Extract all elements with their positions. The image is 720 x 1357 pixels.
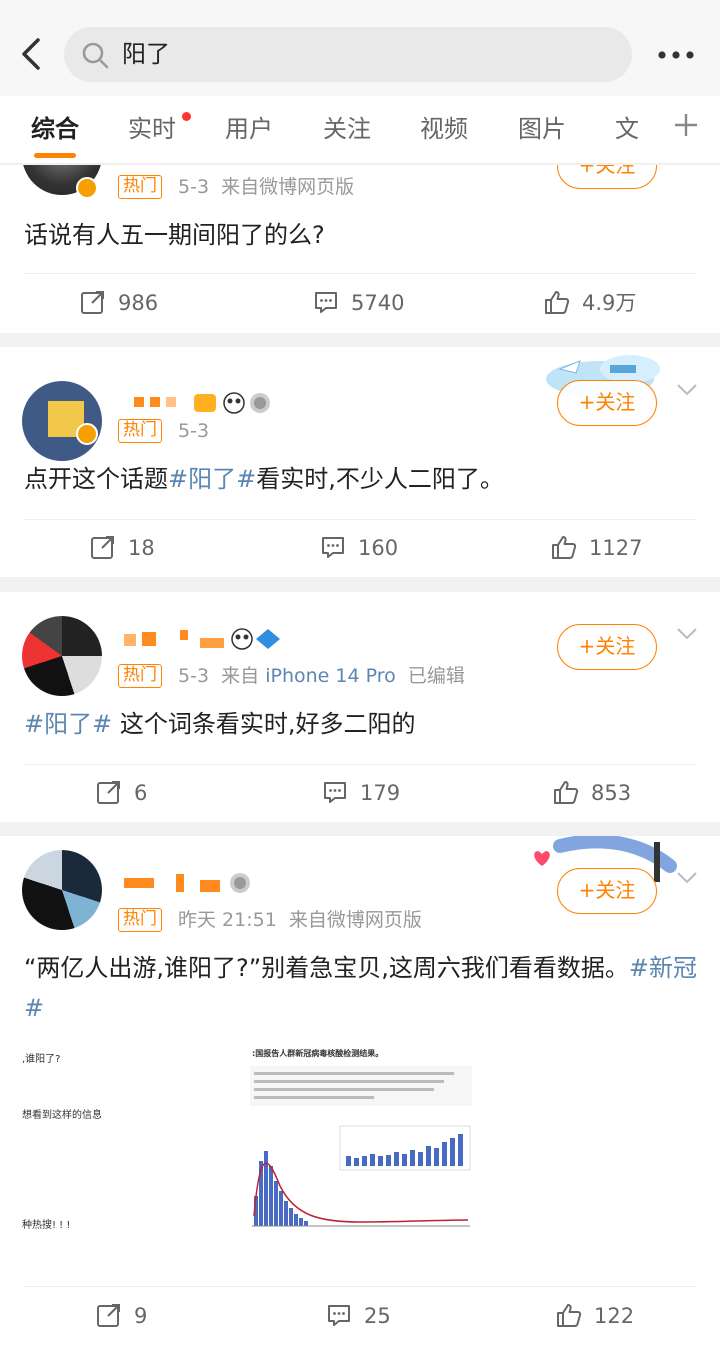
like-icon	[552, 536, 577, 559]
divider	[24, 764, 696, 765]
post-source: 来自微博网页版	[288, 909, 422, 931]
avatar[interactable]	[22, 616, 102, 696]
repost-icon	[97, 1304, 120, 1327]
more-options-icon[interactable]	[656, 40, 696, 70]
search-input[interactable]: 阳了	[64, 27, 632, 82]
post-meta: 5-3 来自 iPhone 14 Pro 已编辑	[178, 664, 465, 688]
follow-button[interactable]: +关注	[557, 624, 657, 670]
username-blurred[interactable]	[120, 626, 290, 652]
post-card[interactable]: +关注 热门 5-3 来自微博网页版 话说有人五一期间阳了的么? 986 574…	[0, 165, 720, 333]
post-device[interactable]: iPhone 14 Pro	[265, 665, 396, 687]
comment-icon	[328, 1305, 350, 1326]
image-caption: 想看到这样的信息	[22, 1110, 102, 1121]
post-date: 5-3	[178, 420, 210, 442]
post-text: “两亿人出游,谁阳了?”别着急宝贝,这周六我们看看数据。#新冠#	[24, 948, 704, 1028]
comment-count: 25	[364, 1304, 391, 1328]
verified-badge-icon	[76, 423, 98, 445]
new-content-dot	[182, 112, 191, 121]
divider	[24, 1286, 696, 1287]
tab-realtime[interactable]: 实时	[128, 114, 176, 144]
tab-videos[interactable]: 视频	[420, 114, 468, 144]
topic-link[interactable]: #阳了#	[168, 465, 256, 493]
like-count: 1127	[589, 536, 643, 560]
edited-label: 已编辑	[407, 665, 465, 687]
follow-button[interactable]: +关注	[557, 165, 657, 189]
follow-button[interactable]: +关注	[557, 380, 657, 426]
post-card[interactable]: +关注 热门 5-3 点开这个话题#阳了#看实时,不少人二阳了。 18 160 …	[0, 347, 720, 577]
repost-icon	[97, 781, 120, 804]
post-meta: 5-3 来自微博网页版	[178, 175, 354, 199]
chevron-down-icon[interactable]	[676, 871, 698, 885]
comment-count: 179	[360, 781, 401, 805]
post-source: 来自微博网页版	[221, 176, 355, 198]
avatar[interactable]	[22, 381, 102, 461]
verified-badge-icon	[76, 177, 98, 199]
repost-icon	[81, 291, 104, 314]
comment-icon	[315, 292, 337, 313]
post-card[interactable]: +关注 热门 昨天 21:51 来自微博网页版 “两亿人出游,谁阳了?”别着急宝…	[0, 836, 720, 1357]
image-caption: :国报告人群新冠病毒核酸检测结果。	[252, 1049, 384, 1058]
add-tab-icon[interactable]	[672, 110, 700, 140]
hot-badge: 热门	[118, 419, 162, 443]
post-text-segment: 这个词条看实时,好多二阳的	[112, 710, 416, 738]
post-date: 5-3	[178, 176, 210, 198]
post-date: 5-3	[178, 665, 210, 687]
like-icon	[557, 1304, 582, 1327]
like-count: 853	[591, 781, 632, 805]
search-icon	[82, 42, 109, 69]
post-text: #阳了# 这个词条看实时,好多二阳的	[24, 704, 704, 744]
chevron-down-icon[interactable]	[676, 383, 698, 397]
like-icon	[545, 291, 570, 314]
like-count: 4.9万	[582, 291, 637, 315]
repost-icon	[91, 536, 114, 559]
tab-bar: 综合 实时 用户 关注 视频 图片 文	[0, 96, 720, 164]
post-meta: 昨天 21:51 来自微博网页版	[178, 908, 422, 932]
post-meta: 5-3	[178, 419, 209, 443]
repost-count: 9	[134, 1304, 148, 1328]
post-text-segment: 看实时,不少人二阳了。	[256, 465, 504, 493]
repost-count: 18	[128, 536, 155, 560]
post-text-segment: “两亿人出游,谁阳了?”别着急宝贝,这周六我们看看数据。	[24, 954, 629, 982]
username-blurred[interactable]	[132, 391, 272, 415]
repost-count: 6	[134, 781, 148, 805]
hot-badge: 热门	[118, 175, 162, 199]
post-source-prefix: 来自	[221, 665, 260, 687]
like-count: 122	[594, 1304, 635, 1328]
post-card[interactable]: +关注 热门 5-3 来自 iPhone 14 Pro 已编辑 #阳了# 这个词…	[0, 592, 720, 822]
image-caption: 种热搜! ! !	[22, 1220, 71, 1231]
hot-badge: 热门	[118, 664, 162, 688]
post-text: 点开这个话题#阳了#看实时,不少人二阳了。	[24, 459, 704, 499]
tab-following[interactable]: 关注	[323, 114, 371, 144]
username-blurred[interactable]	[120, 870, 260, 896]
tab-users[interactable]: 用户	[225, 114, 273, 144]
post-text-segment: 点开这个话题	[24, 465, 168, 493]
active-tab-indicator	[34, 153, 76, 158]
avatar[interactable]	[22, 850, 102, 930]
tab-images[interactable]: 图片	[518, 114, 566, 144]
post-text: 话说有人五一期间阳了的么?	[24, 221, 325, 249]
like-icon	[554, 781, 579, 804]
follow-button[interactable]: +关注	[557, 868, 657, 914]
comment-icon	[324, 782, 346, 803]
hot-badge: 热门	[118, 908, 162, 932]
repost-count: 986	[118, 291, 159, 315]
topic-link[interactable]: #阳了#	[24, 710, 112, 738]
comment-count: 5740	[351, 291, 405, 315]
embedded-chart-image	[250, 1066, 472, 1227]
tab-comprehensive[interactable]: 综合	[31, 114, 79, 144]
comment-count: 160	[358, 536, 399, 560]
divider	[24, 273, 696, 274]
search-query: 阳了	[122, 40, 170, 68]
post-image[interactable]: ,谁阳了? 想看到这样的信息 种热搜! ! ! :国报告人群新冠病毒核酸检测结果…	[22, 1036, 472, 1256]
back-arrow-icon[interactable]	[14, 34, 50, 74]
top-bar: 阳了	[0, 0, 720, 96]
image-caption: ,谁阳了?	[22, 1054, 61, 1065]
divider	[24, 519, 696, 520]
chevron-down-icon[interactable]	[676, 627, 698, 641]
tab-articles[interactable]: 文	[615, 114, 639, 144]
post-date: 昨天 21:51	[178, 909, 277, 931]
comment-icon	[322, 537, 344, 558]
